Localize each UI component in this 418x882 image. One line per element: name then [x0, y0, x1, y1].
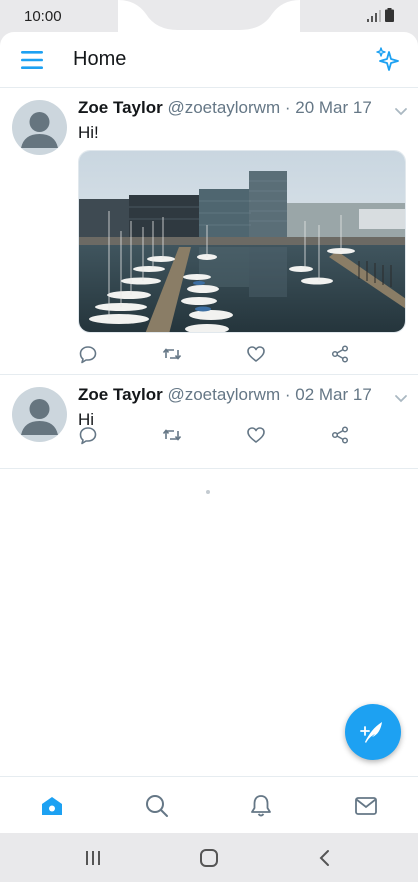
- bottom-navigation: [0, 776, 418, 833]
- camera-notch: [118, 0, 300, 32]
- chevron-down-icon: [395, 108, 407, 116]
- author-name[interactable]: Zoe Taylor: [78, 385, 163, 404]
- tweet-options-button[interactable]: [394, 391, 408, 403]
- like-button[interactable]: [246, 425, 266, 445]
- nav-home[interactable]: [39, 793, 65, 819]
- tweet-text: Hi!: [78, 123, 99, 142]
- status-time: 10:00: [24, 8, 62, 25]
- hamburger-menu-icon: [21, 51, 43, 69]
- marina-photo: [79, 151, 405, 332]
- share-icon: [331, 345, 349, 363]
- retweet-button[interactable]: [162, 344, 182, 364]
- tweet-date: 20 Mar 17: [295, 98, 372, 117]
- search-icon: [146, 795, 168, 817]
- tweet-actions: [78, 344, 378, 366]
- page-title: Home: [73, 48, 127, 70]
- recents-button[interactable]: [82, 847, 104, 869]
- retweet-icon: [162, 429, 182, 441]
- top-app-bar: Home: [0, 32, 418, 88]
- home-circle-icon: [200, 849, 218, 867]
- default-avatar-icon: [21, 112, 58, 148]
- retweet-icon: [162, 348, 182, 360]
- heart-icon: [247, 346, 265, 362]
- back-button[interactable]: [314, 847, 336, 869]
- default-avatar-icon: [21, 399, 58, 435]
- nav-notifications[interactable]: [248, 793, 274, 819]
- nav-messages[interactable]: [353, 793, 379, 819]
- system-home-button[interactable]: [198, 847, 220, 869]
- bell-icon: [251, 795, 271, 817]
- retweet-button[interactable]: [162, 425, 182, 445]
- system-navigation-bar: [0, 833, 418, 882]
- separator-dot: ·: [284, 98, 291, 117]
- tweet-header: Zoe Taylor @zoetaylorwm · 20 Mar 17: [78, 98, 372, 118]
- back-icon: [319, 850, 329, 866]
- reply-button[interactable]: [78, 425, 98, 445]
- tweet-card[interactable]: Zoe Taylor @zoetaylorwm · 02 Mar 17 Hi: [0, 375, 418, 469]
- tweet-date: 02 Mar 17: [295, 385, 372, 404]
- chevron-down-icon: [395, 395, 407, 403]
- tweet-header: Zoe Taylor @zoetaylorwm · 02 Mar 17: [78, 385, 372, 405]
- reply-icon: [79, 346, 97, 364]
- author-handle: @zoetaylorwm: [167, 98, 281, 117]
- loading-indicator: [206, 490, 210, 494]
- avatar[interactable]: [12, 387, 67, 442]
- reply-icon: [79, 427, 97, 445]
- compose-tweet-button[interactable]: [345, 704, 401, 760]
- nav-search[interactable]: [144, 793, 170, 819]
- menu-button[interactable]: [20, 48, 46, 72]
- heart-icon: [247, 427, 265, 443]
- separator-dot: ·: [284, 385, 291, 404]
- timeline-toggle-button[interactable]: [374, 46, 402, 74]
- battery-icon: [385, 8, 394, 22]
- status-icons: [367, 8, 394, 22]
- signal-icon: [367, 10, 381, 22]
- app-screen: Home Zoe Taylor @zoetaylorwm · 20 Mar 17: [0, 32, 418, 833]
- tweet-options-button[interactable]: [394, 104, 408, 116]
- author-name[interactable]: Zoe Taylor: [78, 98, 163, 117]
- home-icon: [42, 797, 62, 815]
- avatar[interactable]: [12, 100, 67, 155]
- tweet-card[interactable]: Zoe Taylor @zoetaylorwm · 20 Mar 17 Hi!: [0, 88, 418, 375]
- compose-feather-icon: [360, 722, 382, 743]
- mail-icon: [355, 797, 377, 815]
- reply-button[interactable]: [78, 344, 98, 364]
- author-handle: @zoetaylorwm: [167, 385, 281, 404]
- tweet-media-image[interactable]: [78, 150, 406, 333]
- recents-icon: [86, 851, 100, 865]
- status-bar: 10:00: [0, 0, 418, 32]
- like-button[interactable]: [246, 344, 266, 364]
- share-button[interactable]: [330, 425, 350, 445]
- share-icon: [331, 426, 349, 444]
- tweet-actions: [78, 425, 378, 447]
- sparkle-icon: [376, 47, 399, 71]
- share-button[interactable]: [330, 344, 350, 364]
